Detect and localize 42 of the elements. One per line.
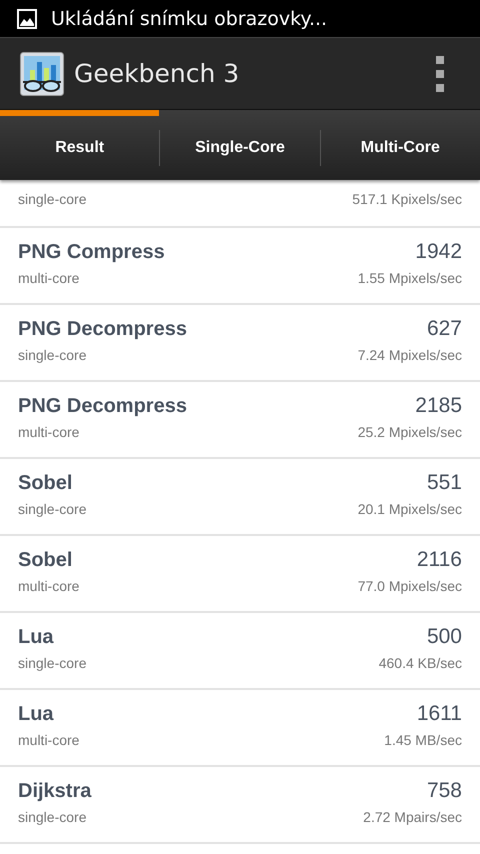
core-mode: multi-core <box>18 578 80 594</box>
benchmark-score: 2116 <box>416 548 462 572</box>
benchmark-name: PNG Decompress <box>18 395 187 418</box>
benchmark-score: 758 <box>426 779 462 803</box>
core-mode: single-core <box>18 655 86 671</box>
core-mode: multi-core <box>18 270 80 286</box>
tab[interactable]: Multi-Core <box>320 110 480 180</box>
benchmark-score: 500 <box>426 625 462 649</box>
benchmark-rate: 460.4 KB/sec <box>378 655 462 671</box>
benchmark-name: Sobel <box>18 549 72 572</box>
tab[interactable]: Result <box>0 110 160 180</box>
core-mode: single-core <box>18 501 86 517</box>
benchmark-score: 627 <box>426 317 462 341</box>
app-title: Geekbench 3 <box>74 59 240 88</box>
core-mode: single-core <box>18 809 86 825</box>
benchmark-name: PNG Decompress <box>18 318 187 341</box>
benchmark-rate: 25.2 Mpixels/sec <box>358 424 462 440</box>
overflow-menu-icon[interactable] <box>436 56 444 92</box>
image-icon <box>17 8 37 28</box>
core-mode: multi-core <box>18 732 80 748</box>
benchmark-rate: 7.24 Mpixels/sec <box>358 347 462 363</box>
benchmark-name: PNG Compress <box>18 241 165 264</box>
core-mode: single-core <box>18 191 86 207</box>
benchmark-score: 1942 <box>415 240 462 264</box>
benchmark-rate: 20.1 Mpixels/sec <box>358 501 462 517</box>
benchmark-score: 551 <box>426 471 462 495</box>
benchmark-score: 2185 <box>415 394 462 418</box>
app-logo-icon <box>20 52 64 96</box>
benchmark-name: Lua <box>18 626 54 649</box>
benchmark-rate: 1.45 MB/sec <box>384 732 462 748</box>
benchmark-score: 1611 <box>416 702 462 726</box>
benchmark-name: Lua <box>18 703 54 726</box>
benchmark-rate: 77.0 Mpixels/sec <box>358 578 462 594</box>
benchmark-rate: 517.1 Kpixels/sec <box>352 191 462 207</box>
core-mode: multi-core <box>18 424 80 440</box>
benchmark-rate: 1.55 Mpixels/sec <box>358 270 462 286</box>
tab[interactable]: Single-Core <box>160 110 320 180</box>
benchmark-name: Sobel <box>18 472 72 495</box>
benchmark-rate: 2.72 Mpairs/sec <box>363 809 462 825</box>
core-mode: single-core <box>18 347 86 363</box>
benchmark-name: Dijkstra <box>18 780 92 803</box>
notification-text: Ukládání snímku obrazovky... <box>51 8 328 30</box>
